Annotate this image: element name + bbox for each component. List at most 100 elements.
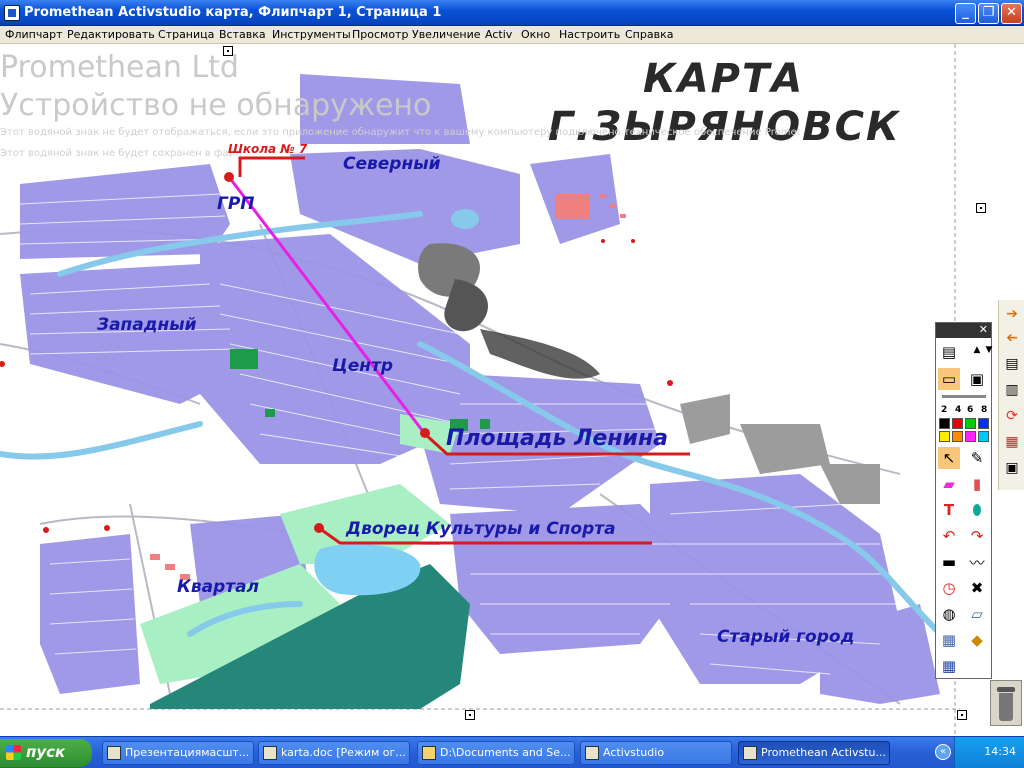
- undo-icon[interactable]: ↶: [938, 525, 960, 547]
- close-button[interactable]: ✕: [1001, 3, 1022, 24]
- activstudio-icon: [585, 746, 599, 760]
- menu-edit[interactable]: Редактировать: [67, 28, 155, 41]
- page-sorter-icon[interactable]: ▤: [1002, 354, 1022, 374]
- label-lenin-square[interactable]: Площадь Ленина: [446, 426, 668, 451]
- text-tool-icon[interactable]: T: [938, 499, 960, 521]
- tools-icon[interactable]: ✖: [966, 577, 988, 599]
- menu-activ[interactable]: Activ: [485, 28, 512, 41]
- taskbar-item-label: Презентациямасшт...: [125, 746, 250, 759]
- fill-icon[interactable]: ⬮: [966, 499, 988, 521]
- system-tray: « 14:34: [935, 737, 1024, 768]
- thickness-4[interactable]: 4: [955, 405, 961, 415]
- reset-page-icon[interactable]: ⟳: [1002, 406, 1022, 426]
- thickness-6[interactable]: 6: [967, 405, 973, 415]
- activstudio-window: Promethean Activstudio карта, Флипчарт 1…: [0, 0, 1024, 768]
- menu-bar: Флипчарт Редактировать Страница Вставка …: [0, 26, 1024, 44]
- color-black[interactable]: [939, 418, 950, 429]
- resize-handle-right[interactable]: [976, 203, 986, 213]
- select-arrow-icon[interactable]: ↖: [938, 447, 960, 469]
- redo-icon[interactable]: ↷: [966, 525, 988, 547]
- start-button[interactable]: пуск: [0, 739, 92, 767]
- resize-handle-top[interactable]: [223, 46, 233, 56]
- resize-handle-bottom[interactable]: [465, 710, 475, 720]
- flipchart-canvas[interactable]: КАРТА Г.ЗЫРЯНОВСК Promethean Ltd Устройс…: [0, 44, 1024, 736]
- color-green[interactable]: [965, 418, 976, 429]
- activstudio-icon: [743, 746, 757, 760]
- label-severny[interactable]: Северный: [343, 154, 441, 174]
- previous-page-icon[interactable]: ➔: [1002, 328, 1022, 348]
- pen-width-slider[interactable]: [942, 395, 986, 398]
- label-center[interactable]: Центр: [332, 356, 393, 376]
- menu-icon[interactable]: ▤: [938, 341, 960, 363]
- watermark-note2: Этот водяной знак не будет сохранен в фа…: [0, 148, 242, 159]
- menu-tools[interactable]: Инструменты: [272, 28, 351, 41]
- title-bar[interactable]: Promethean Activstudio карта, Флипчарт 1…: [0, 0, 1024, 26]
- taskbar-item-label: Activstudio: [603, 746, 665, 759]
- highlighter-icon[interactable]: ▰: [938, 473, 960, 495]
- trash-bin-icon[interactable]: [990, 680, 1022, 726]
- windows-logo-icon: [6, 745, 21, 760]
- color-red[interactable]: [952, 418, 963, 429]
- menu-flipchart[interactable]: Флипчарт: [5, 28, 62, 41]
- word-icon: [263, 746, 277, 760]
- desktop-mode-icon[interactable]: ▣: [966, 368, 988, 390]
- eraser-icon[interactable]: ▮: [966, 473, 988, 495]
- next-page-icon[interactable]: ➔: [1002, 304, 1022, 324]
- ruler-icon[interactable]: ▱: [966, 603, 988, 625]
- powerpoint-icon: [107, 746, 121, 760]
- maximize-button[interactable]: ❐: [978, 3, 999, 24]
- grid-icon[interactable]: ▦: [938, 655, 960, 677]
- taskbar-item-activstudio[interactable]: Activstudio: [580, 741, 732, 765]
- color-orange[interactable]: [952, 431, 963, 442]
- menu-customize[interactable]: Настроить: [559, 28, 620, 41]
- color-cyan[interactable]: [978, 431, 989, 442]
- tray-expand-icon[interactable]: «: [935, 744, 951, 760]
- camera-icon[interactable]: ▬: [938, 551, 960, 573]
- menu-help[interactable]: Справка: [625, 28, 673, 41]
- start-label: пуск: [26, 743, 66, 761]
- thickness-2[interactable]: 2: [941, 405, 947, 415]
- taskbar-item-promethean-activstudio[interactable]: Promethean Activstu...: [738, 741, 890, 765]
- taskbar-item-documents-folder[interactable]: D:\Documents and Se...: [417, 741, 575, 765]
- resource-library-icon[interactable]: ▦: [1002, 432, 1022, 452]
- label-grp[interactable]: ГРП: [217, 194, 255, 214]
- label-stary-gorod[interactable]: Старый город: [717, 627, 854, 647]
- clock-icon[interactable]: ◷: [938, 577, 960, 599]
- window-title: Promethean Activstudio карта, Флипчарт 1…: [24, 5, 442, 20]
- label-zapadny[interactable]: Западный: [97, 315, 197, 335]
- watermark-line2: Устройство не обнаружено: [0, 88, 432, 123]
- menu-zoom[interactable]: Увеличение: [412, 28, 481, 41]
- menu-window[interactable]: Окно: [521, 28, 550, 41]
- menu-view[interactable]: Просмотр: [352, 28, 408, 41]
- label-palace-culture[interactable]: Дворец Культуры и Спорта: [346, 519, 616, 539]
- map-title-line1[interactable]: КАРТА: [643, 56, 804, 102]
- connector-icon[interactable]: 〰: [966, 551, 988, 573]
- thickness-8[interactable]: 8: [981, 405, 987, 415]
- color-blue[interactable]: [978, 418, 989, 429]
- menu-insert[interactable]: Вставка: [219, 28, 266, 41]
- calculator-icon[interactable]: ▦: [938, 629, 960, 651]
- tools-palette[interactable]: ✕ ▤ ▲ ▼ ▭ ▣ 2 4 6 8 ↖ ✎ ▰ ▮ T ⬮ ↶ ↷ ▬ 〰 …: [935, 322, 992, 679]
- minimize-button[interactable]: _: [955, 3, 976, 24]
- flipchart-pages-icon[interactable]: ▥: [1002, 380, 1022, 400]
- flipchart-mode-icon[interactable]: ▭: [938, 368, 960, 390]
- palette-close-button[interactable]: ✕: [936, 323, 991, 338]
- revealer-icon[interactable]: ◍: [938, 603, 960, 625]
- fill-bucket-icon[interactable]: ◆: [966, 629, 988, 651]
- taskbar-item-presentation[interactable]: Презентациямасшт...: [102, 741, 254, 765]
- calendar-icon[interactable]: ▣: [1002, 458, 1022, 478]
- color-yellow[interactable]: [939, 431, 950, 442]
- folder-icon: [422, 746, 436, 760]
- scroll-down-icon[interactable]: ▼: [978, 339, 1000, 361]
- activstudio-app-icon[interactable]: [4, 5, 20, 21]
- taskbar-item-label: D:\Documents and Se...: [440, 746, 571, 759]
- pen-icon[interactable]: ✎: [966, 447, 988, 469]
- resize-handle-corner[interactable]: [957, 710, 967, 720]
- menu-page[interactable]: Страница: [158, 28, 214, 41]
- label-kvartal[interactable]: Квартал: [177, 577, 259, 597]
- color-magenta[interactable]: [965, 431, 976, 442]
- label-school-7[interactable]: Школа № 7: [228, 142, 307, 156]
- taskbar-item-karta-doc[interactable]: karta.doc [Режим ог...: [258, 741, 410, 765]
- watermark-note1: Этот водяной знак не будет отображаться,…: [0, 127, 800, 138]
- clock[interactable]: 14:34: [984, 745, 1016, 758]
